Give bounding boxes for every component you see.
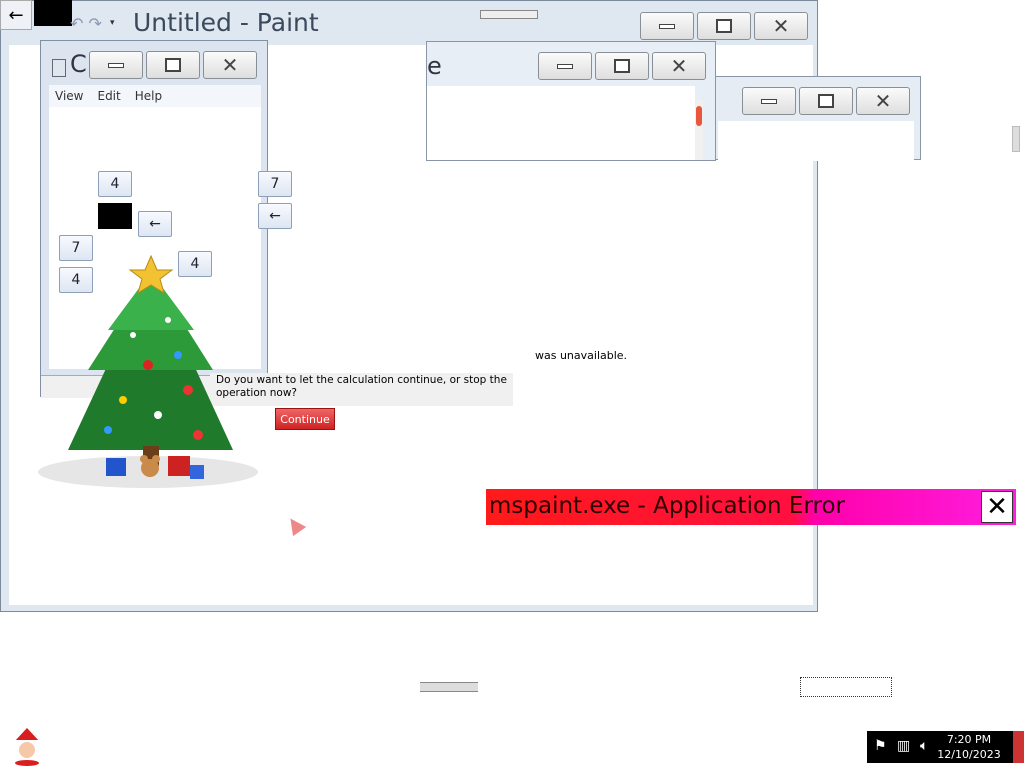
black-artifact [34,0,72,26]
minimize-icon [761,98,777,104]
middle-window-client [427,86,695,160]
scrollbar-fragment[interactable] [1012,126,1020,152]
calc-close-button[interactable]: ✕ [203,51,257,79]
maximize-icon [614,59,630,73]
menu-edit[interactable]: Edit [97,89,120,103]
middle-maximize-button[interactable] [595,52,649,80]
minimize-icon [557,63,573,69]
back-maximize-button[interactable] [799,87,853,115]
quick-access-dropdown-icon[interactable]: ▾ [110,18,115,28]
calc-minimize-button[interactable] [89,51,143,79]
middle-window-title: e [427,52,442,80]
clock-time: 7:20 PM [946,733,992,746]
close-icon: ✕ [874,89,892,113]
paint-title-grip [480,10,538,19]
paint-close-button[interactable]: ✕ [754,12,808,40]
key-backspace[interactable]: ← [138,211,172,237]
menu-view[interactable]: View [55,89,83,103]
close-icon: ✕ [772,14,790,38]
clock[interactable]: 7:20 PM 12/10/2023 [930,732,1008,762]
minimize-icon [108,62,124,68]
calculator-title: C [70,50,87,78]
calculator-menubar: View Edit Help [49,85,261,107]
middle-close-button[interactable]: ✕ [652,52,706,80]
undo-redo-icon[interactable]: ↶ ↷ [70,14,102,33]
calculator-icon [52,59,66,77]
scrollbar-thumb[interactable] [696,106,702,126]
clock-date: 12/10/2023 [937,748,1001,761]
back-arrow-button[interactable]: ← [0,0,32,30]
close-icon: ✕ [670,54,688,78]
key-7[interactable]: 7 [258,171,292,197]
flag-icon[interactable]: ⚑ [874,738,887,754]
back-close-button[interactable]: ✕ [856,87,910,115]
key-4[interactable]: 4 [98,171,132,197]
maximize-icon [716,19,732,33]
maximize-icon [165,58,181,72]
christmas-tree-icon [38,254,258,488]
back-window-client [718,121,914,161]
back-minimize-button[interactable] [742,87,796,115]
paint-window-title: Untitled - Paint [133,8,319,37]
middle-minimize-button[interactable] [538,52,592,80]
focus-rectangle [800,677,892,697]
error-title: mspaint.exe - Application Error [489,493,845,519]
key-backspace[interactable]: ← [258,203,292,229]
menu-help[interactable]: Help [135,89,162,103]
volume-icon[interactable]: 🔈︎ [920,738,928,754]
maximize-icon [818,94,834,108]
santa-icon[interactable] [6,726,48,766]
unavailable-message: was unavailable. [535,349,628,362]
minimize-icon [659,23,675,29]
paint-minimize-button[interactable] [640,12,694,40]
black-key-artifact [98,203,132,229]
network-icon[interactable]: ▥ [897,738,910,754]
scrollbar-fragment[interactable] [420,682,478,692]
close-icon: ✕ [221,53,239,77]
error-close-button[interactable]: ✕ [981,491,1013,523]
calc-maximize-button[interactable] [146,51,200,79]
dialog-question: Do you want to let the calculation conti… [216,374,507,399]
continue-button[interactable]: Continue [275,408,335,430]
show-desktop-button[interactable] [1013,731,1024,763]
paint-maximize-button[interactable] [697,12,751,40]
